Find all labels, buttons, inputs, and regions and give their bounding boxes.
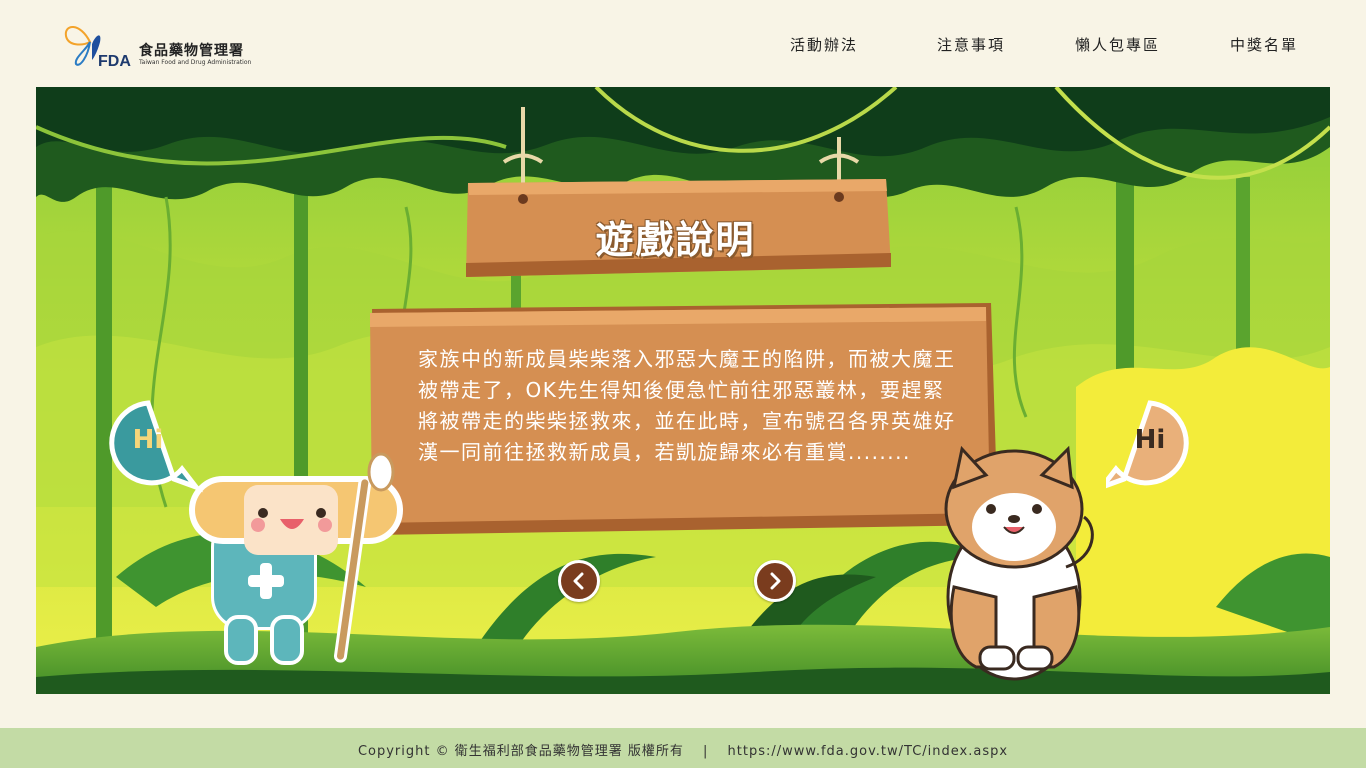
speech-bubble-right: Hi [1106,399,1194,489]
footer-copyright: Copyright © 衛生福利部食品藥物管理署 版權所有 [357,744,684,759]
speech-bubble-left: Hi [104,399,204,493]
chevron-right-icon [770,572,781,590]
nav-activity-rules[interactable]: 活動辦法 [790,34,858,55]
nav-summary-zone[interactable]: 懶人包專區 [1075,34,1160,55]
chevron-left-icon [573,572,584,590]
footer: Copyright © 衛生福利部食品藥物管理署 版權所有 | https://… [0,728,1366,768]
bubble-left-text: Hi [132,425,164,455]
nav-notes[interactable]: 注意事項 [937,34,1005,55]
next-button[interactable] [754,560,796,602]
butterfly-logo-icon: FDA [64,26,131,70]
footer-separator: | [703,744,709,759]
header: FDA 食品藥物管理署 Taiwan Food and Drug Adminis… [0,0,1366,87]
game-instructions-title: 遊戲說明 [595,218,756,262]
footer-content: Copyright © 衛生福利部食品藥物管理署 版權所有 | https://… [0,740,1366,759]
game-stage: 遊戲說明 家族中的新成員柴柴落入邪惡大魔王的陷阱，而被大魔王被帶走了，OK先生得… [36,87,1330,694]
logo-text-en: Taiwan Food and Drug Administration [139,59,252,66]
bubble-right-text: Hi [1134,425,1166,455]
footer-url-link[interactable]: https://www.fda.gov.tw/TC/index.aspx [728,744,1009,759]
fda-logo[interactable]: FDA 食品藥物管理署 Taiwan Food and Drug Adminis… [62,20,272,72]
nav-winners-list[interactable]: 中獎名單 [1230,34,1298,55]
shiba-dog-character [944,445,1094,681]
svg-text:FDA: FDA [98,53,131,70]
logo-text-cn: 食品藥物管理署 [139,43,244,59]
game-story-text: 家族中的新成員柴柴落入邪惡大魔王的陷阱，而被大魔王被帶走了，OK先生得知後便急忙… [418,347,956,464]
prev-button[interactable] [558,560,600,602]
